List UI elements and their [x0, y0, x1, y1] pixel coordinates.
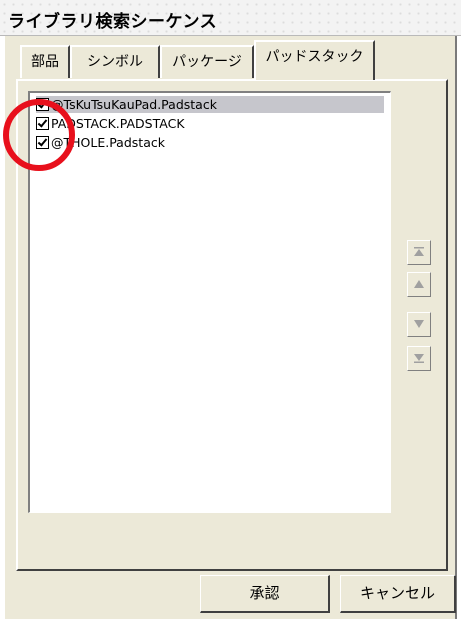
- list-item[interactable]: @TsKuTsuKauPad.Padstack: [36, 96, 384, 113]
- list-item-label: @TsKuTsuKauPad.Padstack: [51, 97, 217, 112]
- highlight-circle: [3, 99, 75, 171]
- tab-package[interactable]: パッケージ: [160, 45, 254, 78]
- move-down-button[interactable]: [407, 312, 431, 337]
- move-up-button[interactable]: [407, 272, 431, 297]
- move-down-icon: [414, 320, 424, 328]
- tab-parts[interactable]: 部品: [20, 45, 70, 78]
- move-bottom-icon: [414, 354, 424, 363]
- cancel-button[interactable]: キャンセル: [340, 575, 456, 613]
- move-up-icon: [414, 280, 424, 288]
- window-title: ライブラリ検索シーケンス: [8, 12, 218, 32]
- tab-padstack[interactable]: パッドスタック: [254, 40, 375, 80]
- title-bar: ライブラリ検索シーケンス: [0, 0, 461, 36]
- move-top-button[interactable]: [407, 240, 431, 265]
- move-bottom-button[interactable]: [407, 346, 431, 371]
- library-search-list[interactable]: @TsKuTsuKauPad.Padstack PADSTACK.PADSTAC…: [28, 91, 391, 513]
- list-item[interactable]: @THOLE.Padstack: [36, 134, 384, 151]
- tab-symbol[interactable]: シンボル: [70, 45, 160, 78]
- move-top-icon: [414, 247, 424, 256]
- ok-button[interactable]: 承認: [200, 575, 330, 613]
- list-item[interactable]: PADSTACK.PADSTACK: [36, 115, 384, 132]
